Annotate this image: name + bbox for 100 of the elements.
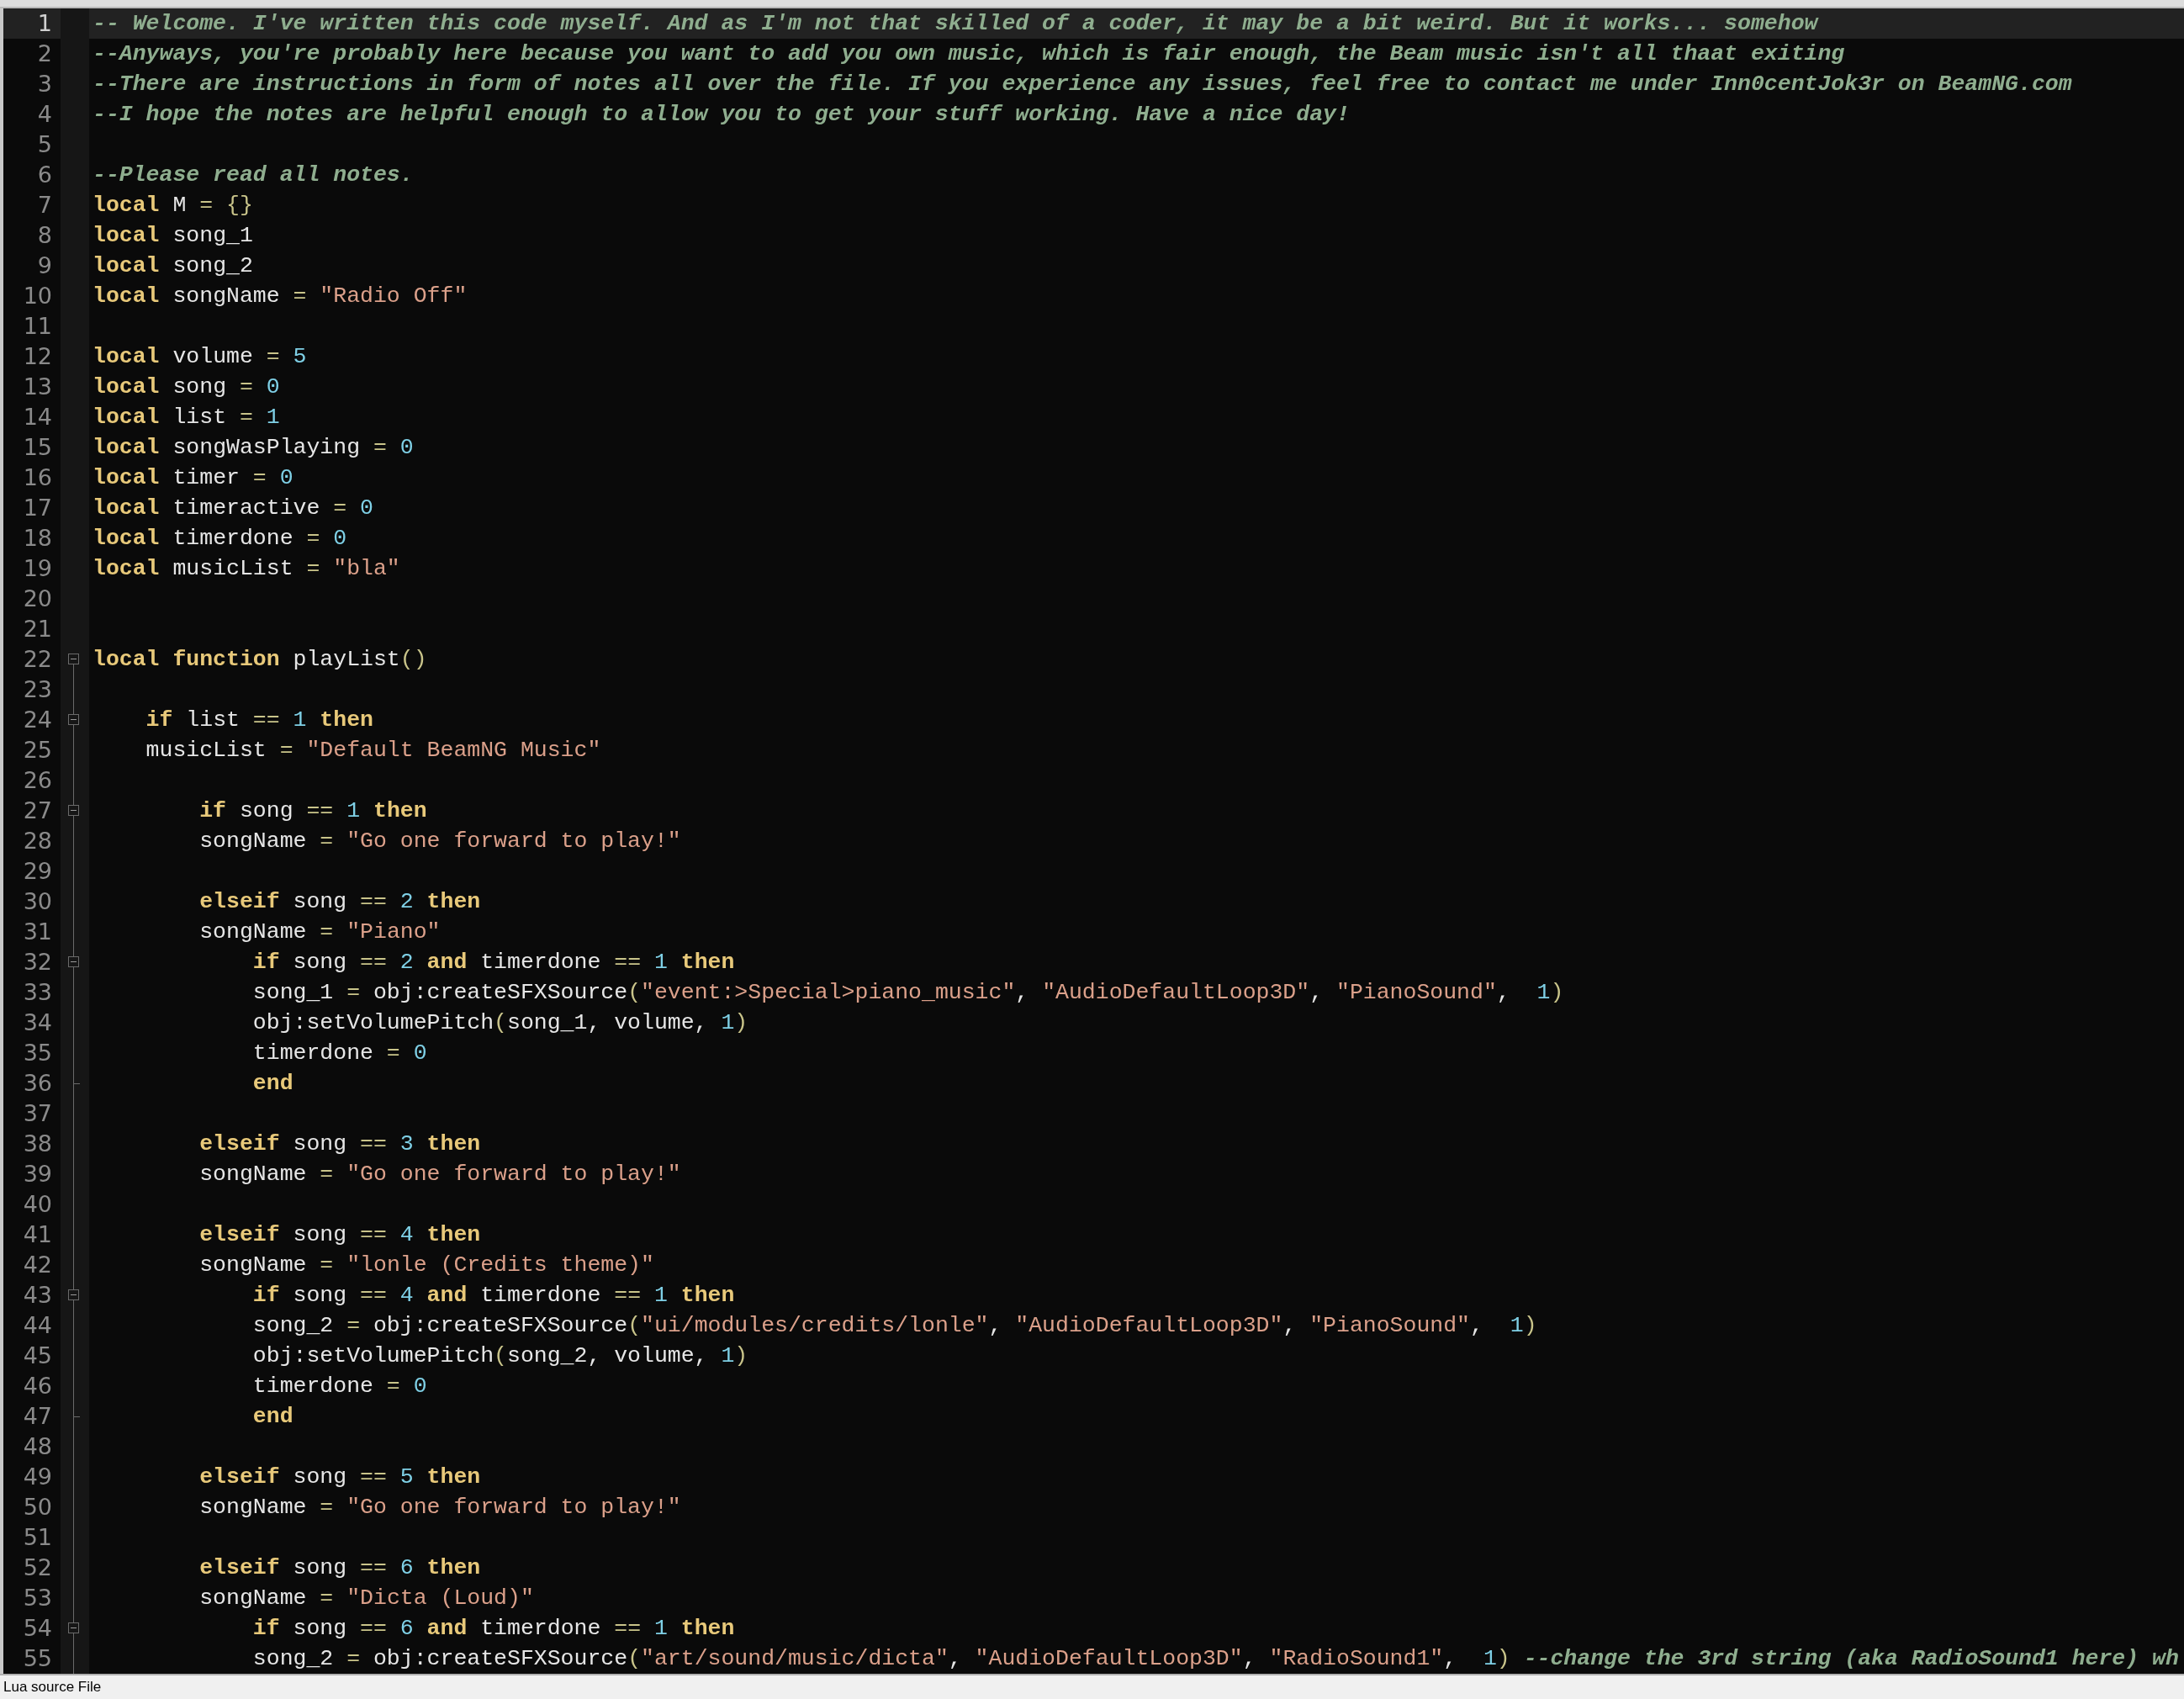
code-line: elseif song == 6 then bbox=[198, 1554, 481, 1582]
line-number: 38 bbox=[22, 1130, 53, 1158]
line-number: 18 bbox=[22, 524, 53, 553]
line-number: 12 bbox=[22, 342, 53, 371]
fold-collapse-icon[interactable] bbox=[68, 1289, 79, 1300]
line-number: 13 bbox=[22, 373, 53, 401]
code-line: local songName = "Radio Off" bbox=[92, 283, 468, 310]
code-line: songName = "Go one forward to play!" bbox=[198, 1161, 681, 1188]
code-line: local timeractive = 0 bbox=[92, 495, 373, 522]
code-line: local timer = 0 bbox=[92, 464, 293, 492]
code-line: if song == 4 and timerdone == 1 then bbox=[251, 1282, 735, 1310]
code-line: elseif song == 3 then bbox=[198, 1130, 481, 1158]
line-number: 20 bbox=[22, 585, 53, 613]
code-line: if song == 6 and timerdone == 1 then bbox=[251, 1615, 735, 1643]
code-line: local M = {} bbox=[92, 192, 253, 220]
line-number: 54 bbox=[22, 1614, 53, 1643]
code-line: elseif song == 5 then bbox=[198, 1463, 481, 1491]
line-number: 48 bbox=[22, 1432, 53, 1461]
line-number: 11 bbox=[22, 312, 53, 341]
code-line: if list == 1 then bbox=[145, 707, 373, 734]
line-number: 16 bbox=[22, 463, 53, 492]
code-line: obj:setVolumePitch(song_1, volume, 1) bbox=[251, 1009, 748, 1037]
fold-collapse-icon[interactable] bbox=[68, 654, 79, 664]
line-number: 46 bbox=[22, 1372, 53, 1400]
line-number: 19 bbox=[22, 554, 53, 583]
line-number: 49 bbox=[22, 1463, 53, 1491]
code-comment: --Please read all notes. bbox=[92, 161, 414, 189]
line-number: 10 bbox=[22, 282, 53, 310]
code-line: musicList = "Default BeamNG Music" bbox=[145, 737, 601, 765]
code-line: timerdone = 0 bbox=[251, 1040, 427, 1067]
line-number: 15 bbox=[22, 433, 53, 462]
code-line: obj:setVolumePitch(song_2, volume, 1) bbox=[251, 1342, 748, 1370]
line-number: 40 bbox=[22, 1190, 53, 1219]
line-number: 50 bbox=[22, 1493, 53, 1522]
line-number: 26 bbox=[22, 766, 53, 795]
code-line: end bbox=[251, 1403, 293, 1431]
code-line: local song_2 bbox=[92, 252, 253, 280]
code-line: songName = "Go one forward to play!" bbox=[198, 828, 681, 855]
line-number: 55 bbox=[22, 1644, 53, 1673]
code-line: song_1 = obj:createSFXSource("event:>Special>piano_music", "AudioDefaultLoop3D", "PianoSound", 1) bbox=[251, 979, 1564, 1007]
line-number: 37 bbox=[22, 1099, 53, 1128]
line-number: 35 bbox=[22, 1039, 53, 1067]
code-line: elseif song == 4 then bbox=[198, 1221, 481, 1249]
code-line: local musicList = "bla" bbox=[92, 555, 400, 583]
code-comment: --There are instructions in form of notes all over the file. If you experience any issues, feel free to contact me under Inn0centJok3r on BeamNG.com bbox=[92, 71, 2072, 98]
file-type-label: Lua source File bbox=[3, 1679, 102, 1696]
line-number: 42 bbox=[22, 1251, 53, 1279]
line-number: 2 bbox=[36, 40, 53, 68]
line-number: 3 bbox=[36, 70, 53, 98]
line-number: 5 bbox=[36, 130, 53, 159]
code-line: song_2 = obj:createSFXSource("ui/modules/credits/lonle", "AudioDefaultLoop3D", "PianoSound", 1) bbox=[251, 1312, 1537, 1340]
code-line: elseif song == 2 then bbox=[198, 888, 481, 916]
code-line: local songWasPlaying = 0 bbox=[92, 434, 414, 462]
code-line: end bbox=[251, 1070, 293, 1098]
line-number: 52 bbox=[22, 1553, 53, 1582]
line-number: 14 bbox=[22, 403, 53, 431]
line-number: 39 bbox=[22, 1160, 53, 1188]
line-number: 29 bbox=[22, 857, 53, 886]
code-line: song_2 = obj:createSFXSource("art/sound/music/dicta", "AudioDefaultLoop3D", "RadioSound1", 1) --change the 3rd string (aka RadioSound1 here) wh bbox=[251, 1645, 2179, 1673]
code-line: local song_1 bbox=[92, 222, 253, 250]
fold-collapse-icon[interactable] bbox=[68, 805, 79, 816]
code-line: if song == 1 then bbox=[198, 797, 427, 825]
code-line: songName = "Dicta (Loud)" bbox=[198, 1585, 534, 1612]
line-number: 44 bbox=[22, 1311, 53, 1340]
code-line: local list = 1 bbox=[92, 404, 280, 431]
code-line: local function playList() bbox=[92, 646, 427, 674]
line-number: 43 bbox=[22, 1281, 53, 1310]
line-number: 23 bbox=[22, 675, 53, 704]
line-number: 34 bbox=[22, 1008, 53, 1037]
code-line: local timerdone = 0 bbox=[92, 525, 347, 553]
fold-collapse-icon[interactable] bbox=[68, 1622, 79, 1633]
line-number: 28 bbox=[22, 827, 53, 855]
fold-collapse-icon[interactable] bbox=[68, 714, 79, 725]
code-line: local song = 0 bbox=[92, 373, 280, 401]
line-number: 30 bbox=[22, 887, 53, 916]
code-line: local volume = 5 bbox=[92, 343, 307, 371]
code-comment: --Anyways, you're probably here because you want to add you own music, which is fair enough, the Beam music isn't all thaat exiting bbox=[92, 40, 1845, 68]
line-number: 25 bbox=[22, 736, 53, 765]
code-comment: --I hope the notes are helpful enough to allow you to get your stuff working. Have a nice day! bbox=[92, 101, 1350, 129]
line-number: 27 bbox=[22, 797, 53, 825]
line-number: 4 bbox=[36, 100, 53, 129]
line-number: 41 bbox=[22, 1220, 53, 1249]
code-line: timerdone = 0 bbox=[251, 1373, 427, 1400]
line-number: 33 bbox=[22, 978, 53, 1007]
code-line: songName = "Go one forward to play!" bbox=[198, 1494, 681, 1522]
line-number: 32 bbox=[22, 948, 53, 977]
line-number: 6 bbox=[36, 161, 53, 189]
fold-collapse-icon[interactable] bbox=[68, 956, 79, 967]
line-number: 36 bbox=[22, 1069, 53, 1098]
code-comment: -- Welcome. I've written this code myself. And as I'm not that skilled of a coder, it may be a bit weird. But it works... somehow bbox=[92, 10, 1818, 38]
line-number: 1 bbox=[36, 9, 53, 38]
line-number: 17 bbox=[22, 494, 53, 522]
code-line: if song == 2 and timerdone == 1 then bbox=[251, 949, 735, 977]
line-number: 7 bbox=[36, 191, 53, 220]
line-number: 53 bbox=[22, 1584, 53, 1612]
line-number: 9 bbox=[36, 251, 53, 280]
line-number: 24 bbox=[22, 706, 53, 734]
line-number: 22 bbox=[22, 645, 53, 674]
line-number: 21 bbox=[22, 615, 53, 643]
code-line: songName = "Piano" bbox=[198, 918, 441, 946]
